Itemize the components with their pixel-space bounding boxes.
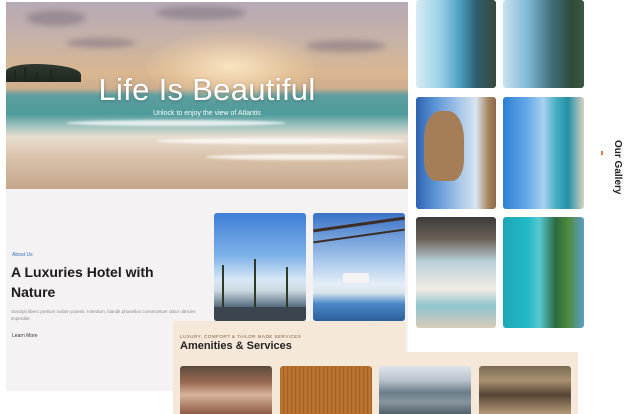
amenities-tag: LUXURY, COMFORT & TAILOR MADE SERVICES bbox=[180, 334, 302, 339]
amenity-photo-bar[interactable] bbox=[479, 366, 571, 414]
wave-foam bbox=[156, 138, 406, 144]
learn-more-link[interactable]: Learn More bbox=[12, 333, 38, 339]
gallery-photo[interactable] bbox=[503, 217, 584, 328]
cloud bbox=[66, 38, 136, 48]
gallery-photo[interactable] bbox=[503, 0, 584, 88]
gallery-photo[interactable] bbox=[416, 97, 496, 209]
about-photo-beach-pergola bbox=[313, 213, 405, 321]
gallery-photo[interactable] bbox=[503, 97, 584, 209]
cloud bbox=[156, 6, 246, 20]
hero-banner: Life Is Beautiful Unlock to enjoy the vi… bbox=[6, 2, 408, 189]
gallery-photo[interactable] bbox=[416, 217, 496, 328]
amenity-photo-dining[interactable] bbox=[180, 366, 272, 414]
amenity-photo-lounge[interactable] bbox=[280, 366, 372, 414]
gallery-accent-dot bbox=[601, 151, 603, 155]
wave-foam bbox=[66, 120, 286, 126]
gallery-photo[interactable] bbox=[416, 0, 496, 88]
gallery-label: Our Gallery bbox=[612, 140, 623, 195]
cloud bbox=[306, 40, 386, 52]
cloud bbox=[26, 10, 86, 26]
hero-title: Life Is Beautiful bbox=[98, 72, 316, 107]
amenity-photo-terrace[interactable] bbox=[379, 366, 471, 414]
about-title: A Luxuries Hotel with Nature bbox=[11, 264, 154, 300]
hero-subtitle: Unlock to enjoy the view of Atlantis bbox=[153, 110, 261, 117]
wave-foam bbox=[206, 154, 406, 160]
about-photo-resort bbox=[214, 213, 306, 321]
amenities-title: Amenities & Services bbox=[180, 340, 292, 352]
about-tag: About Us bbox=[12, 252, 33, 258]
